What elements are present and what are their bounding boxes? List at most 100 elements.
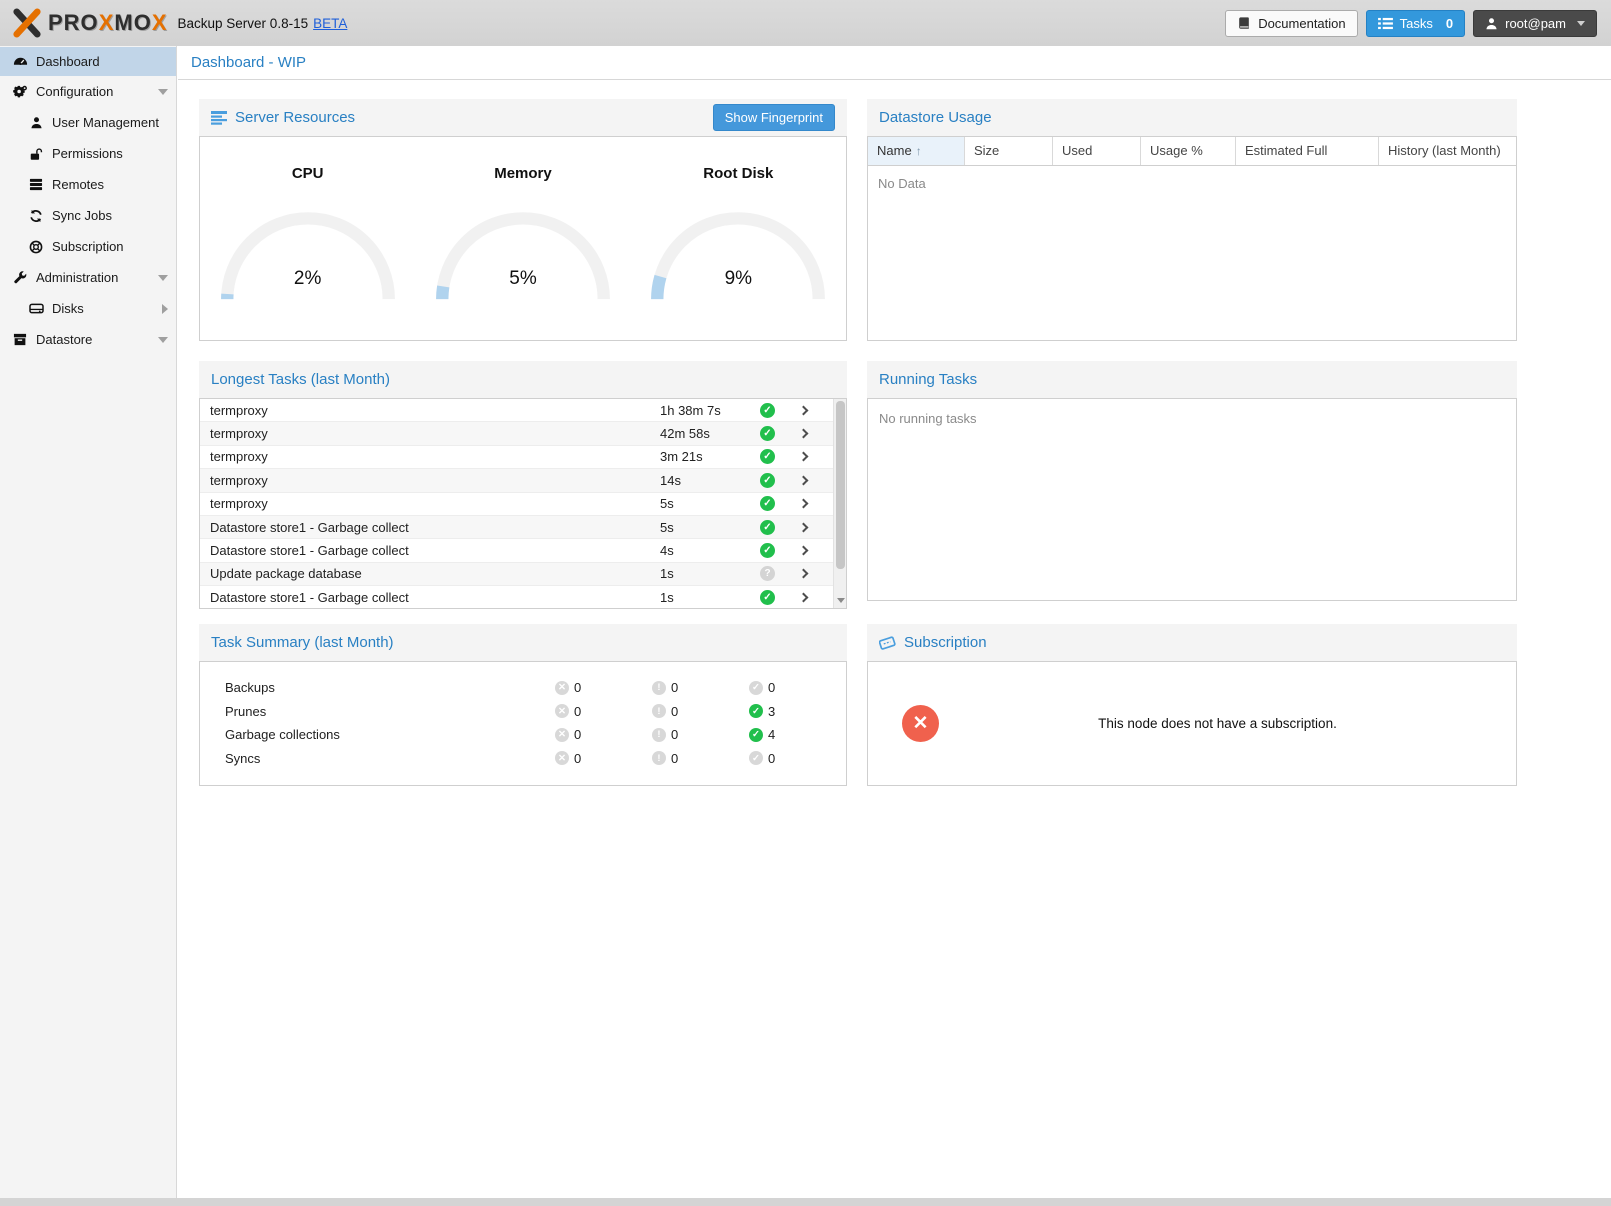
task-row[interactable]: Datastore store1 - Garbage collect 5s	[200, 516, 846, 539]
proxmox-logo: PROXMOX	[12, 8, 168, 38]
datastore-usage-header-row: Name↑ Size Used Usage % Estimated Full H…	[868, 137, 1516, 166]
chevron-right-icon	[162, 304, 168, 314]
warning-count-icon	[652, 681, 666, 695]
summary-row-backups: Backups 0 0 0	[225, 676, 846, 700]
warning-count-icon	[652, 751, 666, 765]
ok-count-icon	[749, 751, 763, 765]
proxmox-x-icon	[12, 8, 42, 38]
server-resources-panel: Server Resources Show Fingerprint CPU 2%…	[199, 99, 847, 341]
warning-count-icon	[652, 728, 666, 742]
ok-count-icon	[749, 681, 763, 695]
no-subscription-icon	[902, 705, 939, 742]
task-summary-title: Task Summary (last Month)	[211, 634, 394, 651]
chevron-right-icon[interactable]	[799, 452, 809, 462]
scrollbar-thumb[interactable]	[836, 401, 845, 569]
sidebar-item-subscription[interactable]: Subscription	[0, 231, 176, 262]
status-unknown-icon	[760, 566, 775, 581]
status-ok-icon	[760, 426, 775, 441]
chevron-down-icon	[158, 89, 168, 95]
chevron-right-icon[interactable]	[799, 522, 809, 532]
status-ok-icon	[760, 449, 775, 464]
user-menu-button[interactable]: root@pam	[1473, 10, 1597, 37]
tasks-button[interactable]: Tasks 0	[1366, 10, 1465, 37]
datastore-usage-empty-text: No Data	[868, 166, 1516, 201]
sidebar-item-configuration[interactable]: Configuration	[0, 76, 176, 107]
running-tasks-title: Running Tasks	[879, 371, 977, 388]
subscription-message: This node does not have a subscription.	[939, 716, 1496, 731]
subscription-panel: Subscription This node does not have a s…	[867, 624, 1517, 786]
column-header-name[interactable]: Name↑	[868, 137, 965, 165]
gears-icon	[12, 84, 28, 100]
warning-count-icon	[652, 704, 666, 718]
column-header-usage-pct[interactable]: Usage %	[1141, 137, 1236, 165]
column-header-estimated-full[interactable]: Estimated Full	[1236, 137, 1379, 165]
sidebar-item-permissions[interactable]: Permissions	[0, 138, 176, 169]
sidebar-item-disks[interactable]: Disks	[0, 293, 176, 324]
task-row[interactable]: termproxy 14s	[200, 469, 846, 492]
footer-strip	[0, 1198, 1611, 1206]
sidebar-item-remotes[interactable]: Remotes	[0, 169, 176, 200]
task-row[interactable]: Update package database 1s	[200, 563, 846, 586]
scroll-down-arrow[interactable]	[834, 594, 847, 607]
chevron-right-icon[interactable]	[799, 475, 809, 485]
life-ring-icon	[28, 239, 44, 255]
sidebar-item-user-management[interactable]: User Management	[0, 107, 176, 138]
chevron-right-icon[interactable]	[799, 569, 809, 579]
running-tasks-empty-text: No running tasks	[868, 399, 1516, 438]
task-row[interactable]: termproxy 1h 38m 7s	[200, 399, 846, 422]
server-resources-icon	[211, 111, 227, 125]
status-ok-icon	[760, 403, 775, 418]
sidebar-item-sync-jobs[interactable]: Sync Jobs	[0, 200, 176, 231]
task-row[interactable]: termproxy 5s	[200, 493, 846, 516]
column-header-size[interactable]: Size	[965, 137, 1053, 165]
task-row[interactable]: termproxy 3m 21s	[200, 446, 846, 469]
task-row[interactable]: termproxy 42m 58s	[200, 422, 846, 445]
sidebar-item-administration[interactable]: Administration	[0, 262, 176, 293]
column-header-history[interactable]: History (last Month)	[1379, 137, 1516, 165]
documentation-button[interactable]: Documentation	[1225, 10, 1357, 37]
user-icon	[1485, 17, 1498, 30]
sidebar-item-datastore[interactable]: Datastore	[0, 324, 176, 355]
chevron-right-icon[interactable]	[799, 429, 809, 439]
status-ok-icon	[760, 473, 775, 488]
ok-count-icon	[749, 704, 763, 718]
server-bars-icon	[28, 177, 44, 193]
error-count-icon	[555, 681, 569, 695]
tachometer-icon	[12, 54, 28, 70]
server-resources-title: Server Resources	[235, 109, 355, 126]
column-header-used[interactable]: Used	[1053, 137, 1141, 165]
brand-text: PROXMOX	[48, 10, 168, 36]
page-title: Dashboard - WIP	[191, 54, 306, 71]
summary-row-syncs: Syncs 0 0 0	[225, 747, 846, 771]
main-area: Dashboard - WIP Server Resources Show Fi…	[178, 46, 1611, 1198]
chevron-down-icon	[1577, 21, 1585, 26]
datastore-usage-panel: Datastore Usage Name↑ Size Used Usage % …	[867, 99, 1517, 341]
wrench-icon	[12, 270, 28, 286]
longest-tasks-title: Longest Tasks (last Month)	[211, 371, 390, 388]
cpu-gauge-value: 2%	[213, 268, 403, 290]
sort-asc-icon: ↑	[916, 144, 922, 158]
task-summary-panel: Task Summary (last Month) Backups 0 0 0 …	[199, 624, 847, 786]
sidebar: Dashboard Configuration User Management …	[0, 46, 177, 1198]
sync-refresh-icon	[28, 208, 44, 224]
show-fingerprint-button[interactable]: Show Fingerprint	[713, 104, 835, 131]
beta-link[interactable]: BETA	[313, 16, 347, 31]
task-row[interactable]: Datastore store1 - Garbage collect 4s	[200, 539, 846, 562]
chevron-right-icon[interactable]	[799, 405, 809, 415]
book-icon	[1237, 16, 1251, 30]
archive-box-icon	[12, 332, 28, 348]
tasks-count-badge: 0	[1440, 16, 1453, 31]
chevron-right-icon[interactable]	[799, 499, 809, 509]
summary-row-garbage-collections: Garbage collections 0 0 4	[225, 723, 846, 747]
hdd-icon	[28, 301, 44, 317]
error-count-icon	[555, 728, 569, 742]
app-header: PROXMOX Backup Server 0.8-15 BETA Docume…	[0, 0, 1611, 46]
error-count-icon	[555, 704, 569, 718]
sidebar-item-dashboard[interactable]: Dashboard	[0, 47, 176, 76]
chevron-right-icon[interactable]	[799, 546, 809, 556]
chevron-down-icon	[158, 337, 168, 343]
task-row[interactable]: Datastore store1 - Garbage collect 1s	[200, 586, 846, 609]
status-ok-icon	[760, 590, 775, 605]
cpu-gauge: CPU 2%	[213, 165, 403, 306]
chevron-right-icon[interactable]	[799, 592, 809, 602]
